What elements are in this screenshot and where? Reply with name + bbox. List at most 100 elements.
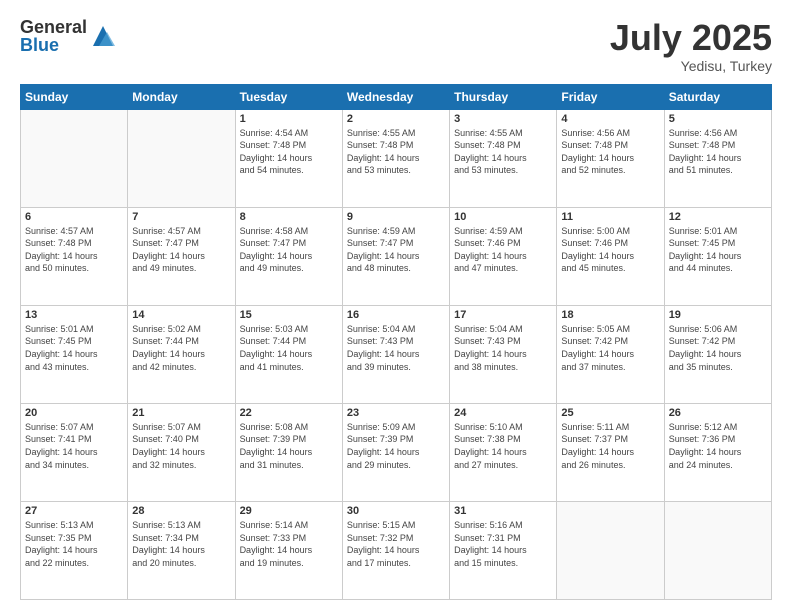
cell-text: Sunrise: 5:07 AM Sunset: 7:41 PM Dayligh… <box>25 421 123 471</box>
calendar-table: Sunday Monday Tuesday Wednesday Thursday… <box>20 84 772 600</box>
day-number: 17 <box>454 309 552 321</box>
table-row <box>664 501 771 599</box>
day-number: 23 <box>347 407 445 419</box>
day-number: 28 <box>132 505 230 517</box>
logo-icon <box>89 22 117 50</box>
table-row: 10 Sunrise: 4:59 AM Sunset: 7:46 PM Dayli… <box>450 207 557 305</box>
table-row: 27Sunrise: 5:13 AM Sunset: 7:35 PM Dayli… <box>21 501 128 599</box>
day-number: 21 <box>132 407 230 419</box>
day-number: 29 <box>240 505 338 517</box>
cell-text: Sunrise: 4:59 AM Sunset: 7:47 PM Dayligh… <box>347 225 445 275</box>
table-row: 2Sunrise: 4:55 AM Sunset: 7:48 PM Daylig… <box>342 109 449 207</box>
location: Yedisu, Turkey <box>610 58 772 74</box>
cell-text: Sunrise: 5:06 AM Sunset: 7:42 PM Dayligh… <box>669 323 767 373</box>
cell-text: Sunrise: 4:56 AM Sunset: 7:48 PM Dayligh… <box>561 127 659 177</box>
day-number: 8 <box>240 211 338 223</box>
table-row: 14 Sunrise: 5:02 AM Sunset: 7:44 PM Dayli… <box>128 305 235 403</box>
day-number: 22 <box>240 407 338 419</box>
table-row: 20 Sunrise: 5:07 AM Sunset: 7:41 PM Dayli… <box>21 403 128 501</box>
day-number: 15 <box>240 309 338 321</box>
table-row: 19 Sunrise: 5:06 AM Sunset: 7:42 PM Dayli… <box>664 305 771 403</box>
cell-text: Sunrise: 5:05 AM Sunset: 7:42 PM Dayligh… <box>561 323 659 373</box>
cell-text: Sunrise: 5:02 AM Sunset: 7:44 PM Dayligh… <box>132 323 230 373</box>
table-row: 9Sunrise: 4:59 AM Sunset: 7:47 PM Daylig… <box>342 207 449 305</box>
day-number: 30 <box>347 505 445 517</box>
cell-text: Sunrise: 5:14 AM Sunset: 7:33 PM Dayligh… <box>240 519 338 569</box>
cell-text: Sunrise: 5:13 AM Sunset: 7:34 PM Dayligh… <box>132 519 230 569</box>
table-row: 13Sunrise: 5:01 AM Sunset: 7:45 PM Dayli… <box>21 305 128 403</box>
logo-blue: Blue <box>20 36 87 54</box>
cell-text: Sunrise: 4:55 AM Sunset: 7:48 PM Dayligh… <box>347 127 445 177</box>
header: General Blue July 2025 Yedisu, Turkey <box>20 18 772 74</box>
day-number: 14 <box>132 309 230 321</box>
day-number: 18 <box>561 309 659 321</box>
logo-text: General Blue <box>20 18 87 54</box>
table-row: 11Sunrise: 5:00 AM Sunset: 7:46 PM Dayli… <box>557 207 664 305</box>
title-block: July 2025 Yedisu, Turkey <box>610 18 772 74</box>
table-row: 24 Sunrise: 5:10 AM Sunset: 7:38 PM Dayli… <box>450 403 557 501</box>
table-row: 17Sunrise: 5:04 AM Sunset: 7:43 PM Dayli… <box>450 305 557 403</box>
day-number: 20 <box>25 407 123 419</box>
month-title: July 2025 <box>610 18 772 58</box>
table-row: 16 Sunrise: 5:04 AM Sunset: 7:43 PM Dayli… <box>342 305 449 403</box>
cell-text: Sunrise: 4:54 AM Sunset: 7:48 PM Dayligh… <box>240 127 338 177</box>
table-row: 22 Sunrise: 5:08 AM Sunset: 7:39 PM Dayli… <box>235 403 342 501</box>
cell-text: Sunrise: 5:03 AM Sunset: 7:44 PM Dayligh… <box>240 323 338 373</box>
col-friday: Friday <box>557 84 664 109</box>
table-row: 8Sunrise: 4:58 AM Sunset: 7:47 PM Daylig… <box>235 207 342 305</box>
cell-text: Sunrise: 5:16 AM Sunset: 7:31 PM Dayligh… <box>454 519 552 569</box>
cell-text: Sunrise: 4:56 AM Sunset: 7:48 PM Dayligh… <box>669 127 767 177</box>
calendar-header-row: Sunday Monday Tuesday Wednesday Thursday… <box>21 84 772 109</box>
table-row: 23Sunrise: 5:09 AM Sunset: 7:39 PM Dayli… <box>342 403 449 501</box>
table-row <box>557 501 664 599</box>
table-row: 5Sunrise: 4:56 AM Sunset: 7:48 PM Daylig… <box>664 109 771 207</box>
table-row: 7Sunrise: 4:57 AM Sunset: 7:47 PM Daylig… <box>128 207 235 305</box>
day-number: 7 <box>132 211 230 223</box>
day-number: 25 <box>561 407 659 419</box>
day-number: 16 <box>347 309 445 321</box>
day-number: 10 <box>454 211 552 223</box>
page: General Blue July 2025 Yedisu, Turkey Su… <box>0 0 792 612</box>
calendar-row-4: 27Sunrise: 5:13 AM Sunset: 7:35 PM Dayli… <box>21 501 772 599</box>
table-row: 1Sunrise: 4:54 AM Sunset: 7:48 PM Daylig… <box>235 109 342 207</box>
table-row: 12Sunrise: 5:01 AM Sunset: 7:45 PM Dayli… <box>664 207 771 305</box>
col-saturday: Saturday <box>664 84 771 109</box>
cell-text: Sunrise: 5:12 AM Sunset: 7:36 PM Dayligh… <box>669 421 767 471</box>
table-row: 3 Sunrise: 4:55 AM Sunset: 7:48 PM Daylig… <box>450 109 557 207</box>
cell-text: Sunrise: 4:57 AM Sunset: 7:48 PM Dayligh… <box>25 225 123 275</box>
calendar-row-1: 6Sunrise: 4:57 AM Sunset: 7:48 PM Daylig… <box>21 207 772 305</box>
calendar-row-3: 20 Sunrise: 5:07 AM Sunset: 7:41 PM Dayli… <box>21 403 772 501</box>
col-wednesday: Wednesday <box>342 84 449 109</box>
cell-text: Sunrise: 4:59 AM Sunset: 7:46 PM Dayligh… <box>454 225 552 275</box>
day-number: 19 <box>669 309 767 321</box>
day-number: 24 <box>454 407 552 419</box>
cell-text: Sunrise: 5:15 AM Sunset: 7:32 PM Dayligh… <box>347 519 445 569</box>
day-number: 26 <box>669 407 767 419</box>
table-row: 26 Sunrise: 5:12 AM Sunset: 7:36 PM Dayli… <box>664 403 771 501</box>
cell-text: Sunrise: 4:55 AM Sunset: 7:48 PM Dayligh… <box>454 127 552 177</box>
logo: General Blue <box>20 18 117 54</box>
cell-text: Sunrise: 5:08 AM Sunset: 7:39 PM Dayligh… <box>240 421 338 471</box>
calendar-row-0: 1Sunrise: 4:54 AM Sunset: 7:48 PM Daylig… <box>21 109 772 207</box>
cell-text: Sunrise: 5:11 AM Sunset: 7:37 PM Dayligh… <box>561 421 659 471</box>
day-number: 3 <box>454 113 552 125</box>
table-row: 30 Sunrise: 5:15 AM Sunset: 7:32 PM Dayli… <box>342 501 449 599</box>
col-thursday: Thursday <box>450 84 557 109</box>
table-row: 18 Sunrise: 5:05 AM Sunset: 7:42 PM Dayli… <box>557 305 664 403</box>
day-number: 27 <box>25 505 123 517</box>
cell-text: Sunrise: 5:07 AM Sunset: 7:40 PM Dayligh… <box>132 421 230 471</box>
cell-text: Sunrise: 5:04 AM Sunset: 7:43 PM Dayligh… <box>347 323 445 373</box>
table-row: 28 Sunrise: 5:13 AM Sunset: 7:34 PM Dayli… <box>128 501 235 599</box>
table-row <box>128 109 235 207</box>
table-row: 6Sunrise: 4:57 AM Sunset: 7:48 PM Daylig… <box>21 207 128 305</box>
day-number: 31 <box>454 505 552 517</box>
cell-text: Sunrise: 5:01 AM Sunset: 7:45 PM Dayligh… <box>25 323 123 373</box>
table-row: 31 Sunrise: 5:16 AM Sunset: 7:31 PM Dayli… <box>450 501 557 599</box>
table-row: 25 Sunrise: 5:11 AM Sunset: 7:37 PM Dayli… <box>557 403 664 501</box>
day-number: 12 <box>669 211 767 223</box>
cell-text: Sunrise: 5:00 AM Sunset: 7:46 PM Dayligh… <box>561 225 659 275</box>
day-number: 4 <box>561 113 659 125</box>
col-tuesday: Tuesday <box>235 84 342 109</box>
cell-text: Sunrise: 5:10 AM Sunset: 7:38 PM Dayligh… <box>454 421 552 471</box>
table-row: 15 Sunrise: 5:03 AM Sunset: 7:44 PM Dayli… <box>235 305 342 403</box>
